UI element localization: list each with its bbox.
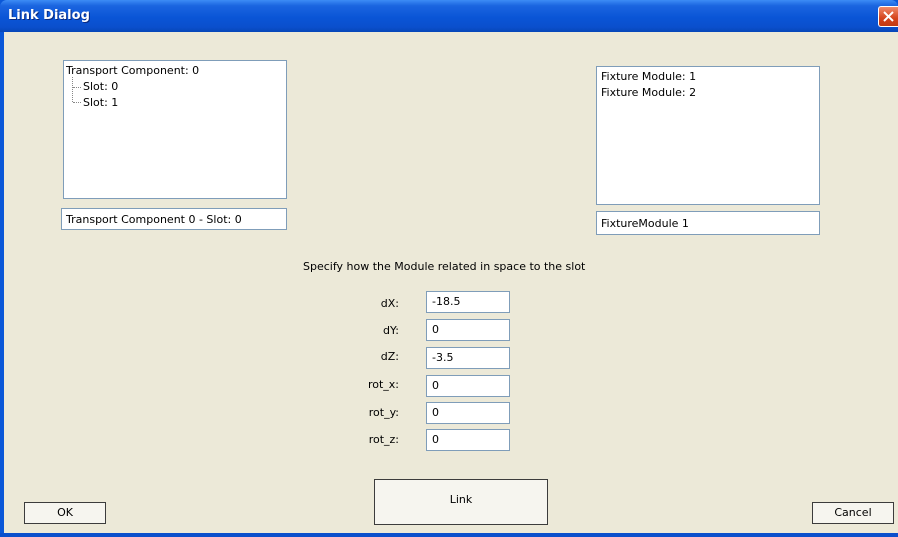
rot-z-input[interactable]: 0 — [426, 429, 510, 451]
list-item-fixture-2[interactable]: Fixture Module: 2 — [601, 86, 696, 99]
dy-label: dY: — [383, 324, 399, 337]
tree-item-slot-0[interactable]: Slot: 0 — [83, 80, 118, 93]
dialog-client-area: Transport Component: 0 Slot: 0 Slot: 1 T… — [4, 32, 898, 533]
rot-z-label: rot_z: — [368, 433, 399, 446]
tree-item-slot-1[interactable]: Slot: 1 — [83, 96, 118, 109]
rot-x-label: rot_x: — [367, 378, 399, 391]
title-bar[interactable]: Link Dialog — [0, 0, 898, 32]
dx-input[interactable]: -18.5 — [426, 291, 510, 313]
fixture-selection-field[interactable]: FixtureModule 1 — [596, 211, 820, 235]
list-item-fixture-1[interactable]: Fixture Module: 1 — [601, 70, 696, 83]
link-button[interactable]: Link — [374, 479, 548, 525]
window-title: Link Dialog — [8, 8, 90, 23]
link-dialog-window: Link Dialog Transport Component: 0 Slot:… — [0, 0, 898, 537]
dy-input[interactable]: 0 — [426, 319, 510, 341]
fixture-list-box[interactable]: Fixture Module: 1 Fixture Module: 2 — [596, 66, 820, 205]
fixture-selection-text: FixtureModule 1 — [601, 217, 689, 230]
window-bottom-border — [0, 533, 898, 537]
dz-input[interactable]: -3.5 — [426, 347, 510, 369]
transport-tree-view[interactable]: Transport Component: 0 Slot: 0 Slot: 1 — [63, 60, 287, 199]
rot-y-label: rot_y: — [368, 406, 399, 419]
tree-connector — [72, 77, 73, 102]
dz-label: dZ: — [380, 350, 399, 363]
rot-x-input[interactable]: 0 — [426, 375, 510, 397]
instruction-text: Specify how the Module related in space … — [303, 260, 586, 273]
transport-selection-field[interactable]: Transport Component 0 - Slot: 0 — [61, 208, 287, 230]
ok-button[interactable]: OK — [24, 502, 106, 524]
transport-selection-text: Transport Component 0 - Slot: 0 — [66, 213, 242, 226]
cancel-button[interactable]: Cancel — [812, 502, 894, 524]
close-button[interactable] — [878, 6, 898, 27]
tree-connector — [73, 87, 81, 88]
dx-label: dX: — [380, 297, 399, 310]
rot-y-input[interactable]: 0 — [426, 402, 510, 424]
tree-connector — [73, 102, 81, 103]
tree-item-root[interactable]: Transport Component: 0 — [66, 64, 199, 77]
